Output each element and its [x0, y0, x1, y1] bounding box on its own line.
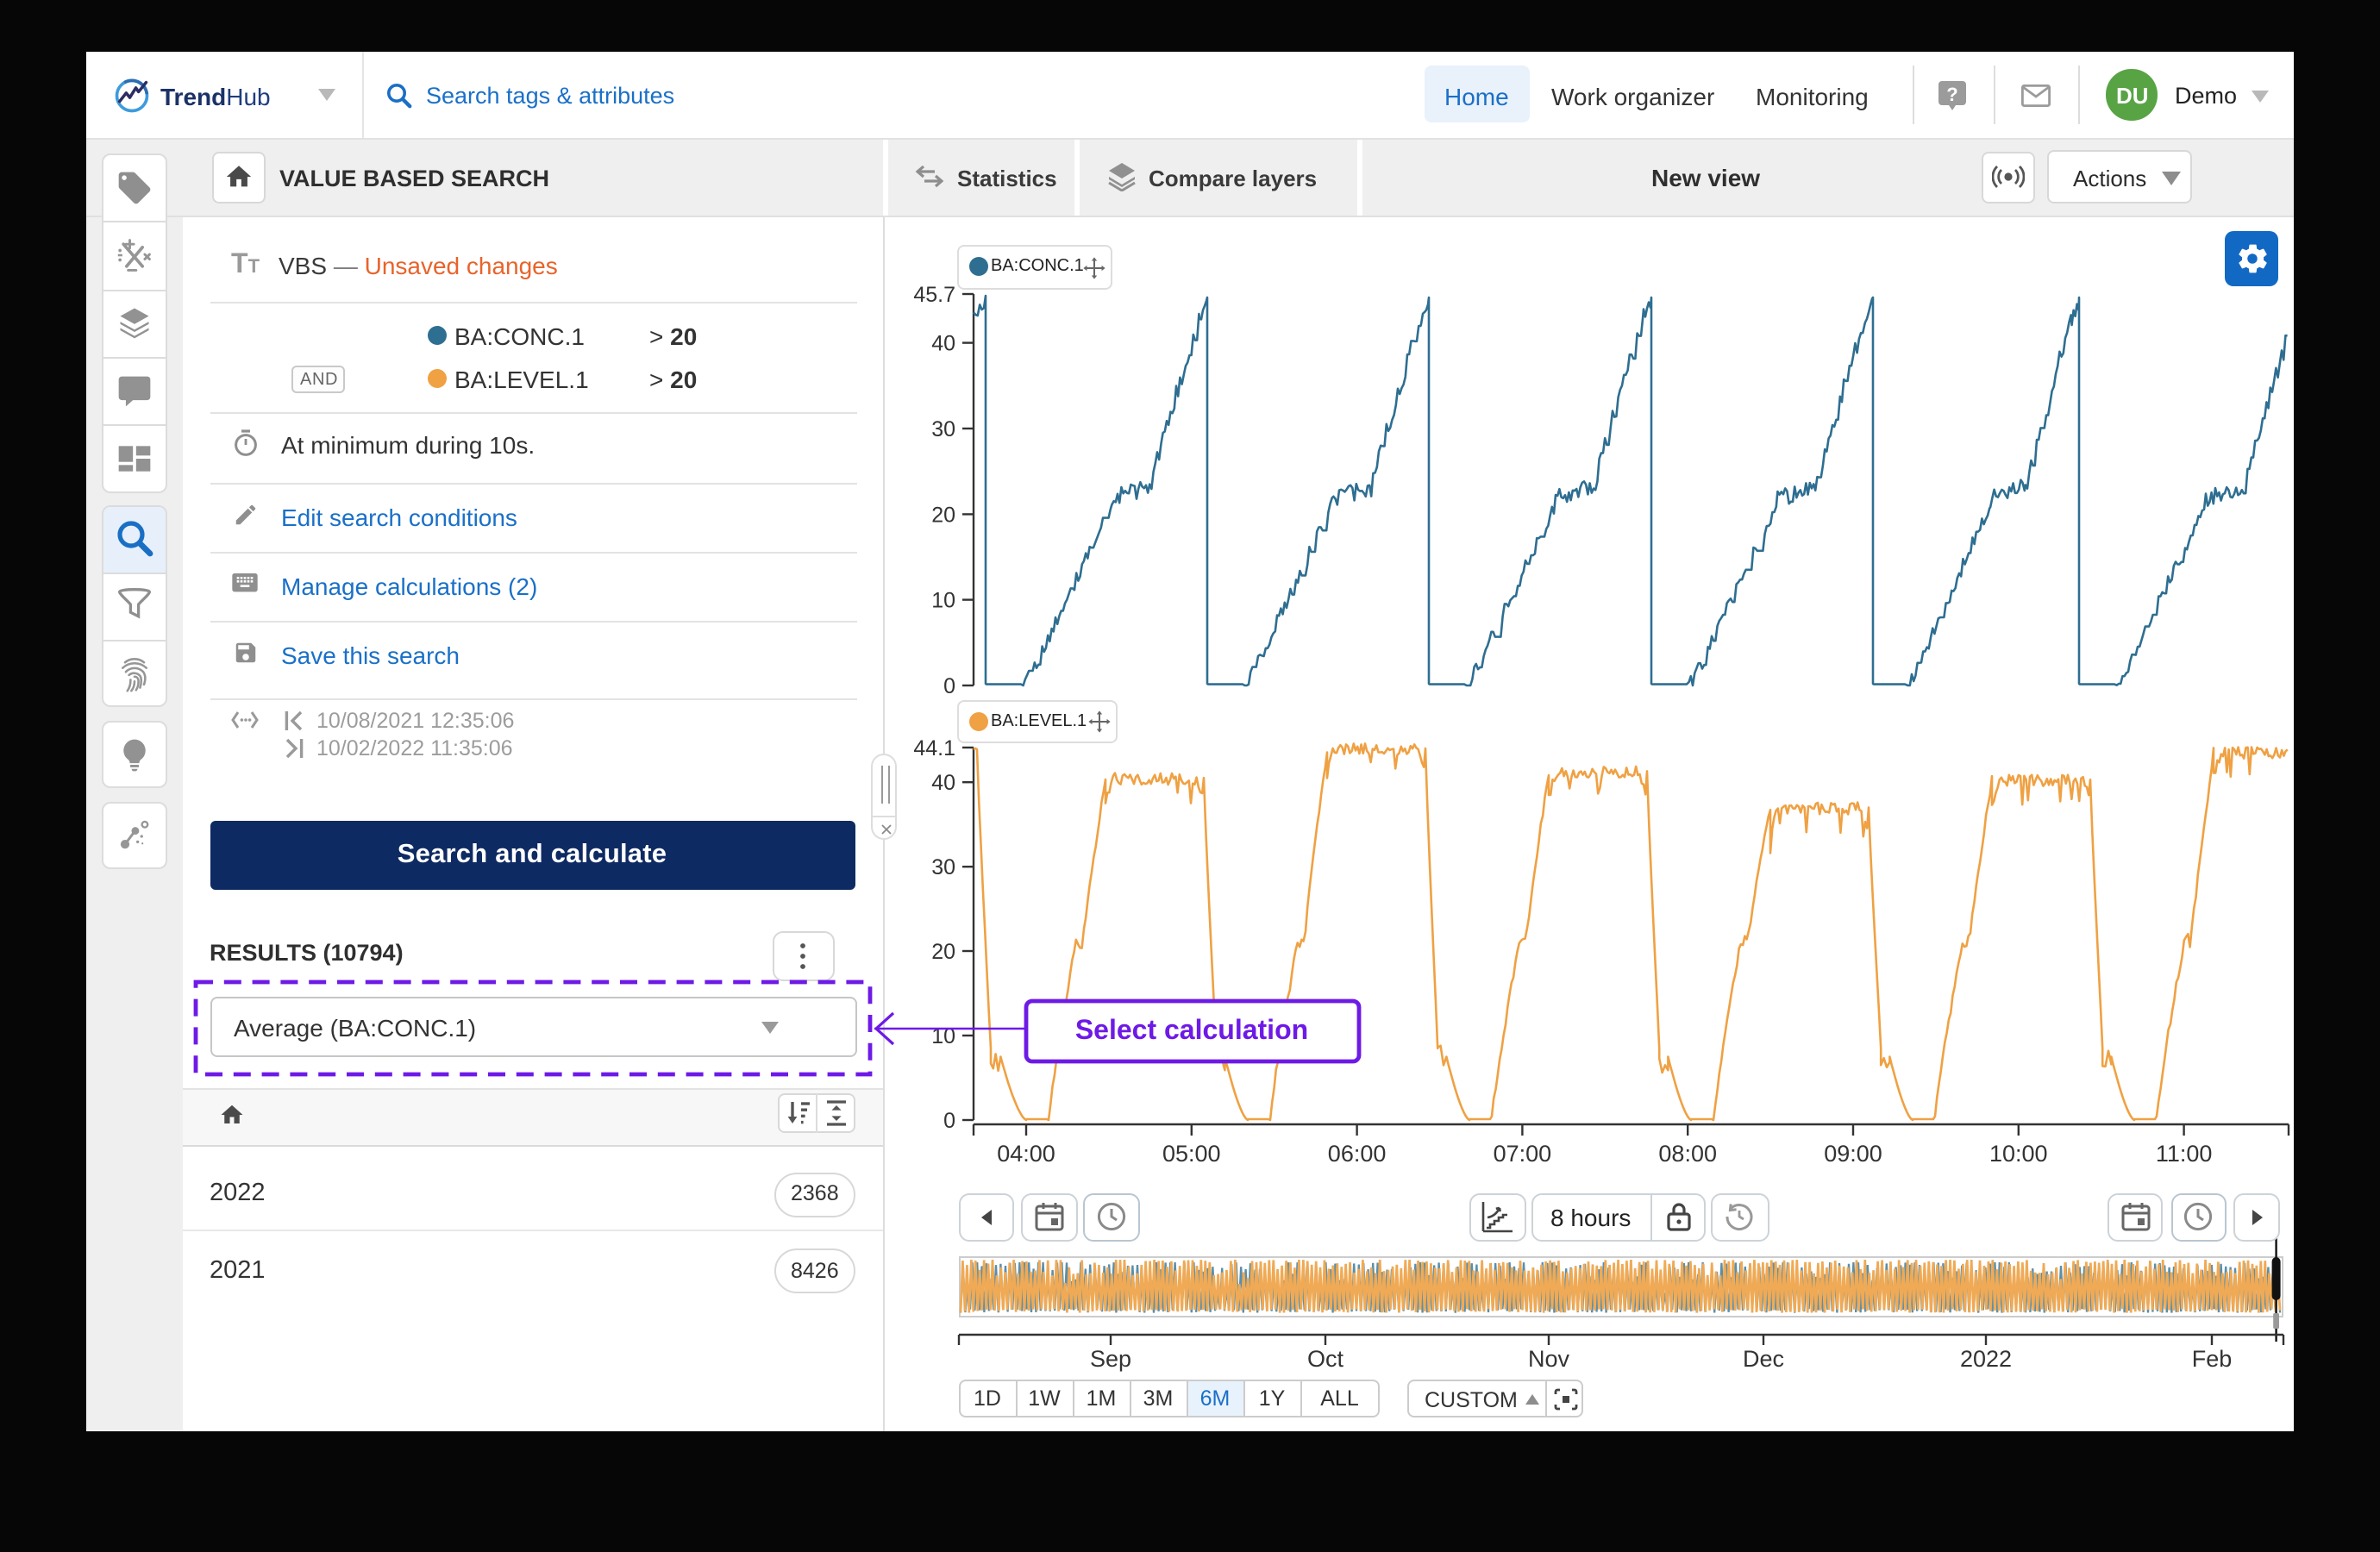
svg-text:30: 30 [931, 417, 955, 441]
svg-text:06:00: 06:00 [1328, 1141, 1387, 1167]
svg-text:0: 0 [943, 674, 955, 698]
svg-text:11:00: 11:00 [2156, 1141, 2213, 1167]
svg-text:10: 10 [931, 589, 955, 613]
svg-text:0: 0 [943, 1109, 955, 1133]
svg-text:05:00: 05:00 [1162, 1141, 1221, 1167]
svg-text:2022: 2022 [1960, 1346, 2012, 1372]
svg-text:09:00: 09:00 [1824, 1141, 1882, 1167]
svg-text:08:00: 08:00 [1658, 1141, 1717, 1167]
svg-text:Sep: Sep [1090, 1346, 1131, 1372]
svg-text:?: ? [1946, 84, 1957, 105]
svg-text:07:00: 07:00 [1494, 1141, 1552, 1167]
svg-text:44.1: 44.1 [913, 736, 955, 760]
svg-text:10:00: 10:00 [1989, 1141, 2048, 1167]
svg-text:20: 20 [931, 940, 955, 964]
svg-text:45.7: 45.7 [913, 283, 955, 307]
svg-text:20: 20 [931, 503, 955, 527]
svg-text:04:00: 04:00 [997, 1141, 1055, 1167]
svg-text:Oct: Oct [1307, 1346, 1344, 1372]
svg-text:Feb: Feb [2192, 1346, 2233, 1372]
svg-text:40: 40 [931, 332, 955, 356]
svg-text:Dec: Dec [1743, 1346, 1784, 1372]
svg-text:40: 40 [931, 771, 955, 795]
svg-text:Nov: Nov [1528, 1346, 1570, 1372]
svg-text:Select calculation: Select calculation [1075, 1014, 1308, 1045]
svg-text:30: 30 [931, 855, 955, 879]
